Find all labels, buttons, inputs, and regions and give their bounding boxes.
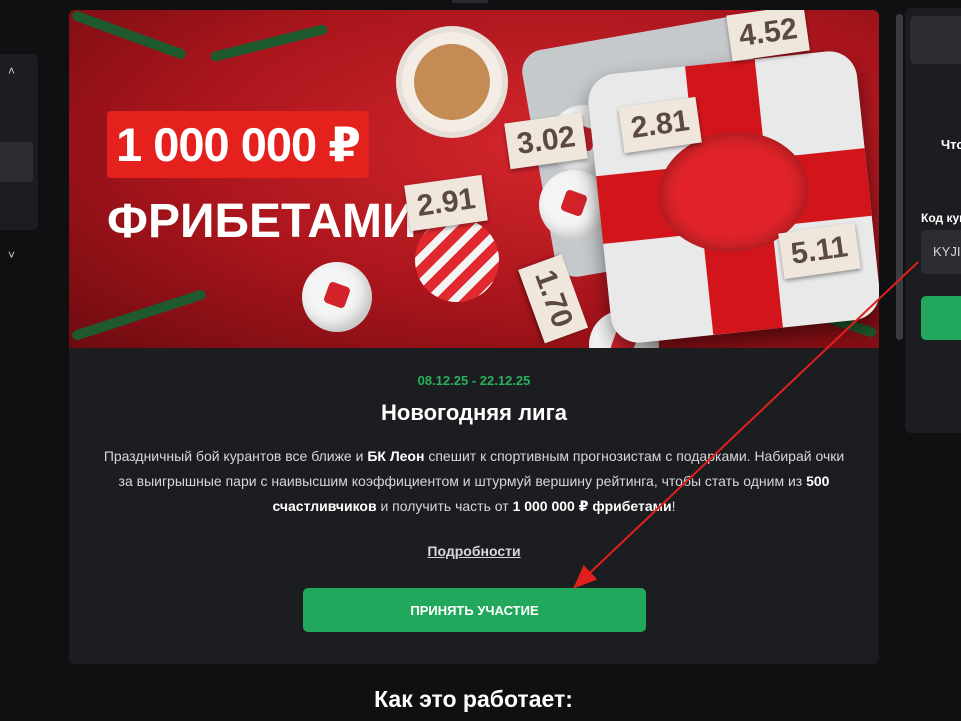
right-panel-tab[interactable] [910, 16, 961, 64]
fir-branch-decoration [70, 288, 208, 342]
coupon-submit-button[interactable] [921, 296, 961, 340]
christmas-ornament-image [415, 218, 499, 302]
cocoa-cup-image [402, 32, 502, 132]
fir-branch-decoration [70, 10, 188, 61]
prize-amount: 1 000 000 ₽ [107, 111, 369, 178]
chevron-up-icon[interactable]: ˄ [8, 64, 22, 78]
participate-button[interactable]: ПРИНЯТЬ УЧАСТИЕ [303, 588, 646, 632]
right-panel: Что Код куп KYJI [905, 8, 961, 433]
details-link[interactable]: Подробности [427, 543, 520, 559]
promo-card: 1 000 000 ₽ ФРИБЕТАМИ 3.02 2.91 1.70 2.8… [69, 10, 879, 664]
ball-image [302, 262, 372, 332]
coupon-code-label: Код куп [921, 211, 961, 225]
promo-description: Праздничный бой курантов все ближе и БК … [103, 448, 845, 514]
chevron-down-icon[interactable]: ˅ [8, 248, 22, 262]
right-panel-question: Что [941, 137, 961, 152]
coupon-code-input[interactable]: KYJI [921, 230, 961, 274]
fir-branch-decoration [209, 23, 329, 63]
gift-box-image [585, 48, 879, 346]
freebet-heading: ФРИБЕТАМИ [107, 195, 417, 248]
top-divider [452, 0, 488, 3]
promo-date-range: 08.12.25 - 22.12.25 [417, 373, 531, 388]
promo-title: Новогодняя лига [381, 400, 567, 425]
left-sidebar: ˄ [0, 54, 38, 230]
how-it-works-heading: Как это работает: [374, 686, 573, 712]
scrollbar[interactable] [896, 14, 903, 340]
sidebar-active-item[interactable] [0, 142, 33, 182]
promo-banner: 1 000 000 ₽ ФРИБЕТАМИ 3.02 2.91 1.70 2.8… [69, 10, 879, 348]
